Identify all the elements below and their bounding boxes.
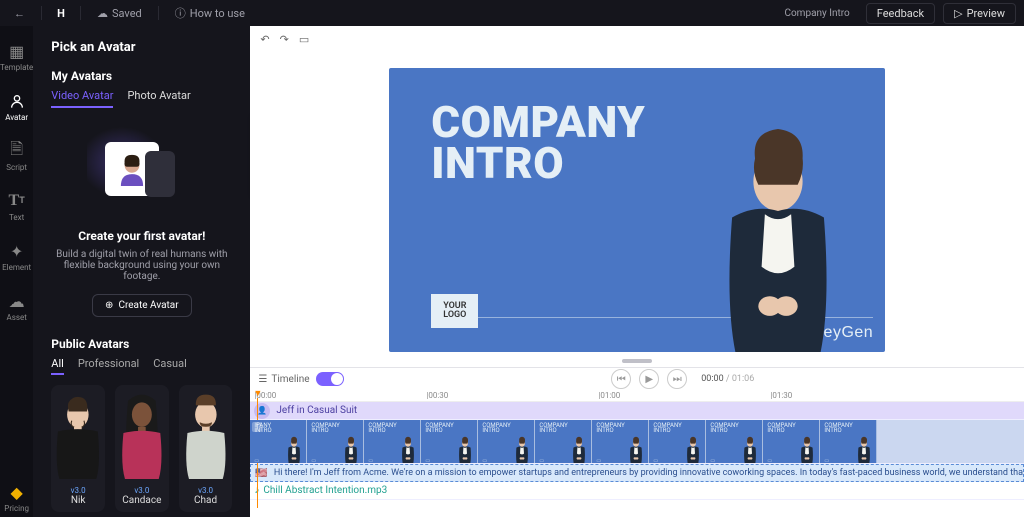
playhead[interactable]: ▼ xyxy=(253,388,425,399)
track-script[interactable]: 🇺🇸 Hi there! I'm Jeff from Acme. We're o… xyxy=(250,464,1024,482)
tab-photo-avatar[interactable]: Photo Avatar xyxy=(127,89,190,108)
timeline-toggle[interactable] xyxy=(316,372,344,386)
create-avatar-button[interactable]: ⊕ Create Avatar xyxy=(92,294,192,317)
avatar-icon xyxy=(8,92,26,110)
track-scenes[interactable]: 1IPANYINTRO▭ COMPANYINTRO▭ COMPANYINTRO▭… xyxy=(250,420,1024,464)
canvas-area: ↶ ↷ ▭ COMPANY INTRO YOURLOGO HeyGen xyxy=(250,26,1024,517)
sidebar-item-script[interactable]: 🗎 Script xyxy=(0,138,33,176)
filter-casual[interactable]: Casual xyxy=(153,357,187,375)
empty-state: Create your first avatar! Build a digita… xyxy=(51,127,232,317)
play-icon: ▷ xyxy=(954,7,962,20)
sidebar-item-asset[interactable]: ☁ Asset xyxy=(0,288,33,326)
help-icon: ⓘ xyxy=(175,5,186,21)
empty-headline: Create your first avatar! xyxy=(78,229,205,243)
public-avatars-heading: Public Avatars xyxy=(51,337,232,351)
slide-preview[interactable]: COMPANY INTRO YOURLOGO HeyGen xyxy=(389,68,885,352)
template-icon: ▦ xyxy=(8,42,26,60)
project-title: Company Intro xyxy=(776,5,857,22)
sidebar-item-avatar[interactable]: Avatar xyxy=(0,88,33,126)
timeline-timecode: 00:00 / 01:06 xyxy=(701,374,754,384)
panel-title: Pick an Avatar xyxy=(51,40,232,55)
sidebar-item-text[interactable]: TT Text xyxy=(0,188,33,226)
slide-logo-placeholder: YOURLOGO xyxy=(431,294,478,328)
avatar-presenter xyxy=(693,106,863,352)
timeline-next-button[interactable]: ⏭ xyxy=(667,369,687,389)
logo-icon: H xyxy=(52,4,70,22)
text-icon: TT xyxy=(8,192,26,210)
script-icon: 🗎 xyxy=(8,142,26,160)
timeline-ruler[interactable]: ▼ |00:00|00:30|01:00|01:30 xyxy=(250,390,1024,402)
track-avatar[interactable]: 👤 Jeff in Casual Suit xyxy=(250,402,1024,420)
sidebar-item-element[interactable]: ✦ Element xyxy=(0,238,33,276)
timeline-prev-button[interactable]: ⏮ xyxy=(611,369,631,389)
undo-button[interactable]: ↶ xyxy=(260,33,269,46)
element-icon: ✦ xyxy=(8,242,26,260)
track-audio[interactable]: ♪ Chill Abstract Intention.mp3 xyxy=(250,482,1024,500)
how-to-use-button[interactable]: ⓘ How to use xyxy=(169,2,251,24)
saved-indicator[interactable]: ☁ Saved xyxy=(91,4,148,23)
sidebar-item-template[interactable]: ▦ Template xyxy=(0,38,33,76)
feedback-button[interactable]: Feedback xyxy=(866,3,935,24)
slide-heading: COMPANY INTRO xyxy=(431,102,645,185)
avatar-card-candace[interactable]: v3.0Candace xyxy=(115,385,169,512)
user-plus-icon: ⊕ xyxy=(105,300,113,311)
my-avatars-heading: My Avatars xyxy=(51,69,232,83)
timeline-icon: ☰ xyxy=(258,374,267,385)
sidebar-item-pricing[interactable]: ◆ Pricing xyxy=(0,479,33,517)
pricing-icon: ◆ xyxy=(8,483,26,501)
asset-icon: ☁ xyxy=(8,292,26,310)
empty-description: Build a digital twin of real humans with… xyxy=(51,249,232,282)
top-bar: ← H ☁ Saved ⓘ How to use Company Intro F… xyxy=(0,0,1024,26)
tab-video-avatar[interactable]: Video Avatar xyxy=(51,89,113,108)
avatar-card-nik[interactable]: v3.0Nik xyxy=(51,385,105,512)
display-settings-button[interactable]: ▭ xyxy=(299,33,309,46)
timeline-play-button[interactable]: ▶ xyxy=(639,369,659,389)
cloud-icon: ☁ xyxy=(97,7,108,20)
resize-handle[interactable] xyxy=(622,359,652,363)
preview-button[interactable]: ▷ Preview xyxy=(943,3,1016,24)
avatar-card-chad[interactable]: v3.0Chad xyxy=(179,385,233,512)
avatar-panel: ‹ Pick an Avatar My Avatars Video Avatar… xyxy=(33,26,250,517)
tool-sidebar: ▦ Template Avatar 🗎 Script TT Text ✦ Ele… xyxy=(0,26,33,517)
back-button[interactable]: ← xyxy=(8,4,31,23)
redo-button[interactable]: ↷ xyxy=(280,33,289,46)
filter-all[interactable]: All xyxy=(51,357,64,375)
filter-professional[interactable]: Professional xyxy=(78,357,139,375)
timeline: ☰ Timeline ⏮ ▶ ⏭ 00:00 / 01:06 ▼ |00:00|… xyxy=(250,367,1024,517)
